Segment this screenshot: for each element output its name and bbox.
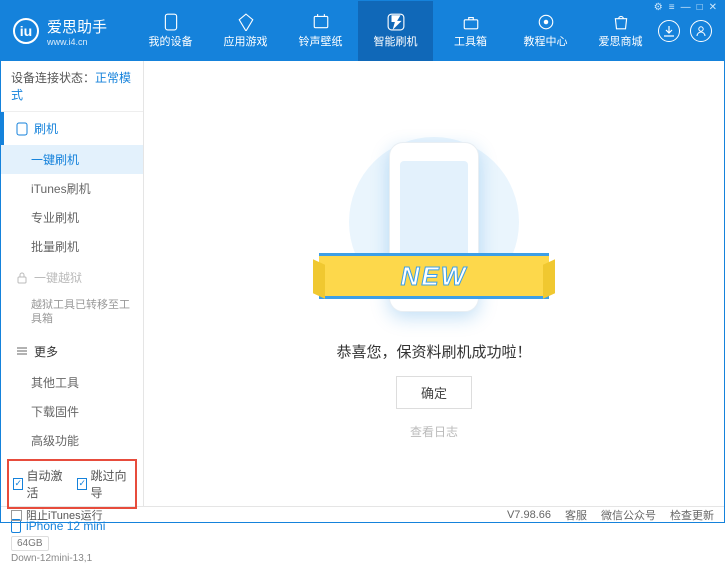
- section-jailbreak[interactable]: 一键越狱: [1, 261, 143, 294]
- jailbreak-note: 越狱工具已转移至工具箱: [1, 294, 143, 335]
- toolbox-icon: [462, 13, 480, 31]
- media-icon: [312, 13, 330, 31]
- version-label: V7.98.66: [507, 509, 551, 521]
- nav-item-5[interactable]: 教程中心: [508, 1, 583, 61]
- header-right: [658, 20, 712, 42]
- update-link[interactable]: 检查更新: [670, 507, 714, 523]
- confirm-button[interactable]: 确定: [396, 376, 472, 409]
- new-banner: NEW: [319, 253, 549, 299]
- flash-item-0[interactable]: 一键刷机: [1, 145, 143, 174]
- menu-icon: [16, 345, 28, 357]
- flash-item-2[interactable]: 专业刷机: [1, 203, 143, 232]
- nav-item-4[interactable]: 工具箱: [433, 1, 508, 61]
- view-log-link[interactable]: 查看日志: [410, 423, 458, 440]
- app-header: iu 爱思助手 www.i4.cn 我的设备应用游戏铃声壁纸智能刷机工具箱教程中…: [1, 1, 724, 61]
- device-firmware: Down-12mini-13,1: [11, 553, 133, 564]
- wechat-link[interactable]: 微信公众号: [601, 507, 656, 523]
- settings-icon[interactable]: ⚙: [654, 2, 663, 13]
- phone-icon: [162, 13, 180, 31]
- nav-item-3[interactable]: 智能刷机: [358, 1, 433, 61]
- nav-item-0[interactable]: 我的设备: [133, 1, 208, 61]
- nav-item-1[interactable]: 应用游戏: [208, 1, 283, 61]
- checkbox-auto-activate[interactable]: ✓自动激活: [13, 467, 67, 501]
- apps-icon: [237, 13, 255, 31]
- app-url: www.i4.cn: [47, 37, 107, 47]
- more-item-2[interactable]: 高级功能: [1, 426, 143, 455]
- flash-icon: [387, 13, 405, 31]
- phone-icon: [16, 122, 28, 136]
- sidebar: 设备连接状态：正常模式 刷机 一键刷机iTunes刷机专业刷机批量刷机 一键越狱…: [1, 61, 144, 506]
- download-icon[interactable]: [658, 20, 680, 42]
- main-content: NEW 恭喜您，保资料刷机成功啦！ 确定 查看日志: [144, 61, 724, 506]
- close-icon[interactable]: ✕: [709, 2, 717, 13]
- maximize-icon[interactable]: □: [697, 2, 703, 13]
- section-flash[interactable]: 刷机: [1, 112, 143, 145]
- logo-icon: iu: [13, 18, 39, 44]
- checkbox-block-itunes[interactable]: 阻止iTunes运行: [11, 507, 103, 523]
- main-nav: 我的设备应用游戏铃声壁纸智能刷机工具箱教程中心爱思商城: [133, 1, 658, 61]
- more-item-1[interactable]: 下载固件: [1, 397, 143, 426]
- flash-item-1[interactable]: iTunes刷机: [1, 174, 143, 203]
- lock-icon: [16, 272, 28, 284]
- device-capacity: 64GB: [11, 536, 49, 551]
- minimize-icon[interactable]: —: [681, 2, 691, 13]
- connection-status: 设备连接状态：正常模式: [1, 61, 143, 112]
- store-icon: [612, 13, 630, 31]
- support-link[interactable]: 客服: [565, 507, 587, 523]
- section-more[interactable]: 更多: [1, 335, 143, 368]
- flash-item-3[interactable]: 批量刷机: [1, 232, 143, 261]
- options-highlight: ✓自动激活 ✓跳过向导: [7, 459, 137, 509]
- checkbox-skip-guide[interactable]: ✓跳过向导: [77, 467, 131, 501]
- list-icon[interactable]: ≡: [669, 2, 675, 13]
- user-icon[interactable]: [690, 20, 712, 42]
- success-illustration: NEW: [349, 127, 519, 327]
- success-message: 恭喜您，保资料刷机成功啦！: [336, 341, 531, 362]
- nav-item-2[interactable]: 铃声壁纸: [283, 1, 358, 61]
- nav-item-6[interactable]: 爱思商城: [583, 1, 658, 61]
- app-logo: iu 爱思助手 www.i4.cn: [13, 16, 133, 47]
- window-controls: ⚙ ≡ — □ ✕: [654, 2, 717, 13]
- tutorial-icon: [537, 13, 555, 31]
- app-name: 爱思助手: [47, 16, 107, 37]
- more-item-0[interactable]: 其他工具: [1, 368, 143, 397]
